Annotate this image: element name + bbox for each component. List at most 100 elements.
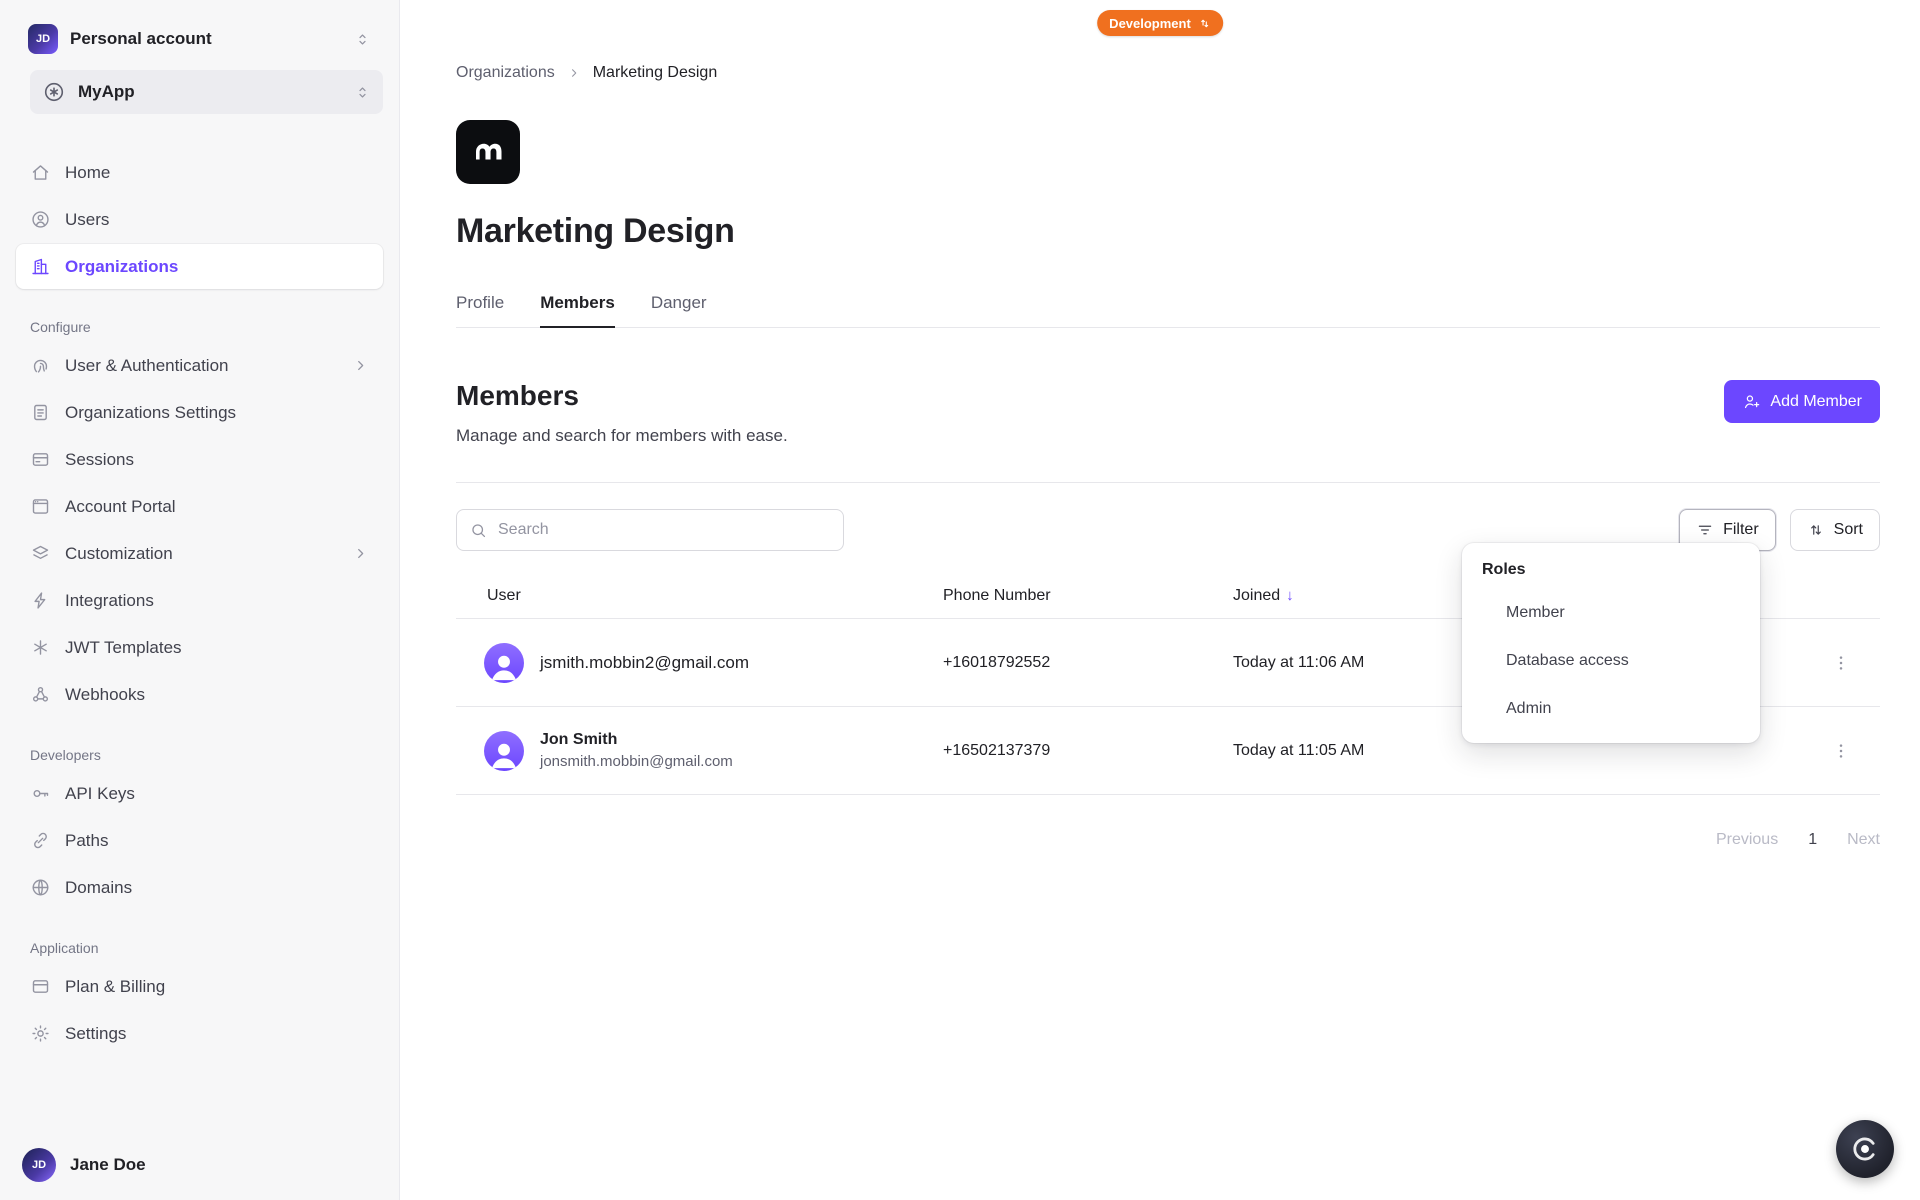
members-title: Members	[456, 380, 579, 411]
sort-label: Sort	[1833, 521, 1863, 538]
column-header-user: User	[487, 586, 521, 604]
user-avatar: JD	[22, 1148, 56, 1182]
organizations-icon	[32, 258, 49, 275]
sidebar-item-label: Sessions	[65, 449, 134, 469]
member-avatar	[484, 642, 524, 683]
add-member-button[interactable]: Add Member	[1724, 380, 1880, 423]
chevron-right-icon	[571, 69, 576, 77]
next-page-button[interactable]: Next	[1847, 831, 1880, 849]
clipboard-icon	[34, 404, 47, 421]
member-phone: +16502137379	[943, 741, 1051, 759]
user-menu[interactable]: JD Jane Doe	[22, 1148, 146, 1182]
tab-danger[interactable]: Danger	[651, 293, 707, 327]
person-icon	[491, 655, 517, 680]
environment-badge[interactable]: Development	[1097, 10, 1223, 36]
search-input[interactable]	[498, 521, 831, 539]
breadcrumb-organizations[interactable]: Organizations	[456, 64, 555, 82]
gear-icon	[32, 1025, 49, 1042]
tab-profile[interactable]: Profile	[456, 293, 504, 327]
previous-page-button[interactable]: Previous	[1716, 831, 1778, 849]
kebab-menu-icon	[1839, 655, 1843, 670]
sidebar-section-developers: API Keys Paths Domains	[16, 771, 383, 910]
sort-direction-arrow: ↓	[1286, 586, 1294, 604]
member-cell: jsmith.mobbin2@gmail.com	[456, 642, 943, 683]
sidebar-item-sessions[interactable]: Sessions	[16, 437, 383, 482]
member-identity: Jon Smith jonsmith.mobbin@gmail.com	[540, 731, 733, 770]
sidebar-item-webhooks[interactable]: Webhooks	[16, 672, 383, 717]
fingerprint-icon	[33, 359, 48, 373]
sidebar-section-title-developers: Developers	[30, 747, 101, 763]
sidebar-item-settings[interactable]: Settings	[16, 1011, 383, 1056]
sidebar-item-users[interactable]: Users	[16, 197, 383, 242]
breadcrumb-current: Marketing Design	[592, 64, 718, 81]
add-member-label: Add Member	[1770, 392, 1862, 410]
add-user-icon	[1745, 395, 1760, 409]
key-icon	[33, 790, 49, 798]
sort-button[interactable]: Sort	[1789, 509, 1880, 551]
account-switcher-label: Personal account	[70, 29, 212, 48]
sidebar-item-organizations-settings[interactable]: Organizations Settings	[16, 390, 383, 435]
member-name: Jon Smith	[540, 731, 618, 748]
account-avatar: JD	[28, 24, 58, 54]
member-avatar	[484, 730, 524, 771]
members-header: Members Manage and search for members wi…	[456, 380, 1880, 446]
sidebar-section-configure: User & Authentication Organizations Sett…	[16, 343, 383, 717]
sidebar-item-integrations[interactable]: Integrations	[16, 578, 383, 623]
sidebar-item-label: User & Authentication	[65, 355, 229, 375]
chevron-right-icon	[358, 360, 364, 371]
sidebar-nav: Home Users Organizations	[16, 150, 383, 289]
sidebar-item-label: Customization	[65, 543, 173, 563]
row-actions-button[interactable]	[1824, 734, 1858, 768]
roles-option-admin[interactable]: Admin	[1462, 685, 1760, 733]
home-icon	[32, 165, 49, 180]
filter-icon	[1698, 525, 1712, 535]
sidebar-item-user-authentication[interactable]: User & Authentication	[16, 343, 383, 388]
row-actions-button[interactable]	[1824, 646, 1858, 680]
roles-option-member[interactable]: Member	[1462, 589, 1760, 637]
kebab-menu-icon	[1839, 743, 1843, 758]
page-title: Marketing Design	[456, 212, 735, 250]
help-widget-button[interactable]	[1836, 1120, 1894, 1178]
sidebar: JD Personal account MyApp Home Users Org…	[0, 0, 400, 1200]
sidebar-item-label: JWT Templates	[65, 637, 182, 657]
sidebar-section-title-application: Application	[30, 940, 99, 956]
link-icon	[34, 832, 47, 849]
clerk-logo-icon	[1853, 1137, 1875, 1161]
current-page-number: 1	[1808, 831, 1818, 848]
org-logo-glyph	[476, 143, 502, 160]
sidebar-item-jwt-templates[interactable]: JWT Templates	[16, 625, 383, 670]
app-shell: JD Personal account MyApp Home Users Org…	[0, 0, 1920, 1200]
app-switcher-label: MyApp	[78, 82, 135, 101]
sidebar-item-plan-billing[interactable]: Plan & Billing	[16, 964, 383, 1009]
sidebar-item-label: Settings	[65, 1023, 127, 1043]
app-switcher[interactable]: MyApp	[30, 70, 383, 114]
organization-logo	[456, 120, 520, 184]
member-phone: +16018792552	[943, 653, 1051, 671]
roles-menu-options: Member Database access Admin	[1462, 589, 1760, 733]
sidebar-item-label: Integrations	[65, 590, 154, 610]
tab-members[interactable]: Members	[540, 293, 615, 328]
sidebar-item-organizations[interactable]: Organizations	[16, 244, 383, 289]
sidebar-item-label: Plan & Billing	[65, 976, 166, 996]
environment-badge-label: Development	[1109, 15, 1191, 31]
main-content: Development Organizations Marketing Desi…	[400, 0, 1920, 1200]
sidebar-item-domains[interactable]: Domains	[16, 865, 383, 910]
sidebar-section-application: Plan & Billing Settings	[16, 964, 383, 1056]
account-switcher[interactable]: JD Personal account	[16, 14, 383, 64]
member-email: jonsmith.mobbin@gmail.com	[540, 753, 733, 770]
roles-option-database-access[interactable]: Database access	[1462, 637, 1760, 685]
person-icon	[491, 743, 517, 768]
sidebar-item-paths[interactable]: Paths	[16, 818, 383, 863]
roles-filter-menu: Roles Member Database access Admin	[1462, 543, 1760, 743]
sidebar-item-account-portal[interactable]: Account Portal	[16, 484, 383, 529]
divider	[456, 482, 1880, 483]
swap-arrows-icon	[1200, 19, 1208, 27]
sidebar-section-title-configure: Configure	[30, 319, 91, 335]
chevron-right-icon	[358, 548, 364, 559]
search-icon	[472, 523, 486, 537]
sidebar-item-customization[interactable]: Customization	[16, 531, 383, 576]
sidebar-item-label: Paths	[65, 830, 109, 850]
chevron-up-down-icon	[359, 33, 366, 45]
sidebar-item-home[interactable]: Home	[16, 150, 383, 195]
sidebar-item-api-keys[interactable]: API Keys	[16, 771, 383, 816]
